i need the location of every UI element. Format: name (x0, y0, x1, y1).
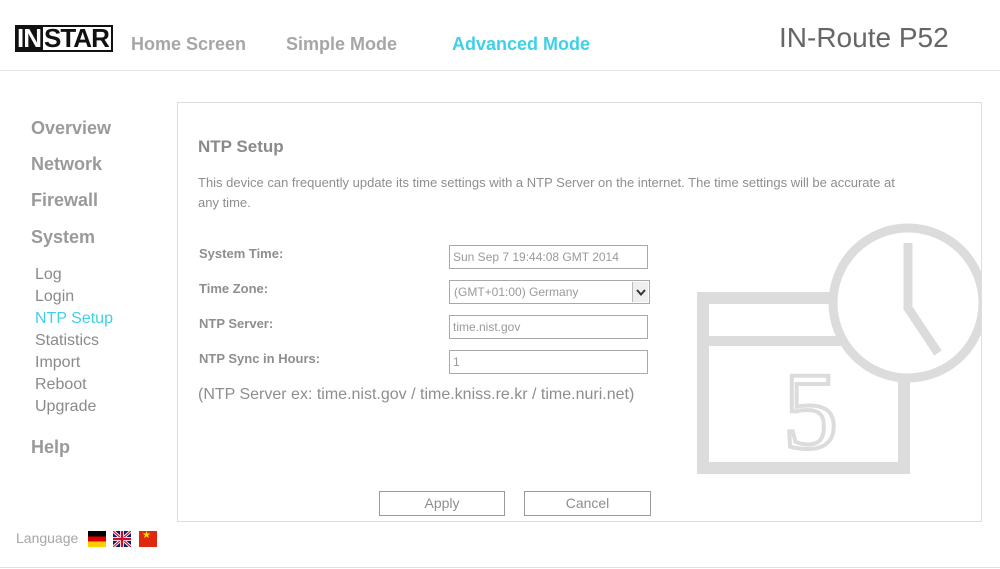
language-label: Language (16, 530, 79, 546)
sidebar-item-help[interactable]: Help (31, 437, 70, 458)
time-zone-label: Time Zone: (199, 281, 269, 296)
sidebar-subitem-upgrade[interactable]: Upgrade (35, 398, 96, 416)
ntp-sync-label: NTP Sync in Hours: (199, 351, 321, 366)
ntp-setup-panel: 5 NTP Setup This device can frequently u… (177, 102, 982, 522)
system-time-field: Sun Sep 7 19:44:08 GMT 2014 (449, 245, 648, 269)
sidebar-subitem-reboot[interactable]: Reboot (35, 376, 87, 394)
nav-advanced-mode[interactable]: Advanced Mode (452, 34, 590, 55)
flag-uk-icon[interactable] (112, 529, 132, 549)
sidebar-subitem-statistics[interactable]: Statistics (35, 332, 99, 350)
sidebar-subitem-import[interactable]: Import (35, 354, 80, 372)
nav-simple-mode[interactable]: Simple Mode (286, 34, 397, 55)
cancel-button[interactable]: Cancel (524, 491, 651, 516)
sidebar-item-overview[interactable]: Overview (31, 118, 111, 139)
flag-cn-icon[interactable]: ★ (139, 531, 157, 547)
star-icon: ★ (142, 530, 151, 541)
svg-text:5: 5 (783, 350, 838, 472)
clock-calendar-watermark: 5 (697, 223, 981, 474)
panel-description: This device can frequently update its ti… (198, 175, 895, 210)
system-time-label: System Time: (199, 246, 284, 261)
time-zone-value: (GMT+01:00) Germany (454, 285, 579, 299)
ntp-server-label: NTP Server: (199, 316, 274, 331)
sidebar-subitem-ntp-setup[interactable]: NTP Setup (35, 310, 113, 328)
time-zone-select[interactable]: (GMT+01:00) Germany (449, 280, 650, 304)
instar-logo[interactable]: IN STAR (15, 25, 113, 52)
sidebar-subitem-login[interactable]: Login (35, 288, 74, 306)
apply-button[interactable]: Apply (379, 491, 505, 516)
model-name: IN-Route P52 (779, 22, 949, 53)
ntp-example-text: (NTP Server ex: time.nist.gov / time.kni… (198, 386, 635, 403)
sidebar-item-network[interactable]: Network (31, 154, 102, 175)
sidebar-item-firewall[interactable]: Firewall (31, 190, 98, 211)
chevron-down-icon[interactable] (632, 282, 648, 302)
ntp-sync-input[interactable]: 1 (449, 350, 648, 374)
logo-part-dark: IN (15, 23, 43, 53)
sidebar-subitem-log[interactable]: Log (35, 266, 62, 284)
sidebar-item-system[interactable]: System (31, 227, 95, 248)
header: IN STAR Home Screen Simple Mode Advanced… (0, 0, 1000, 71)
panel-title: NTP Setup (198, 137, 284, 156)
ntp-server-input[interactable]: time.nist.gov (449, 315, 648, 339)
nav-home-screen[interactable]: Home Screen (131, 34, 246, 55)
logo-part-outline: STAR (43, 25, 113, 52)
footer-divider (0, 567, 1000, 568)
flag-de-icon[interactable] (88, 531, 106, 547)
